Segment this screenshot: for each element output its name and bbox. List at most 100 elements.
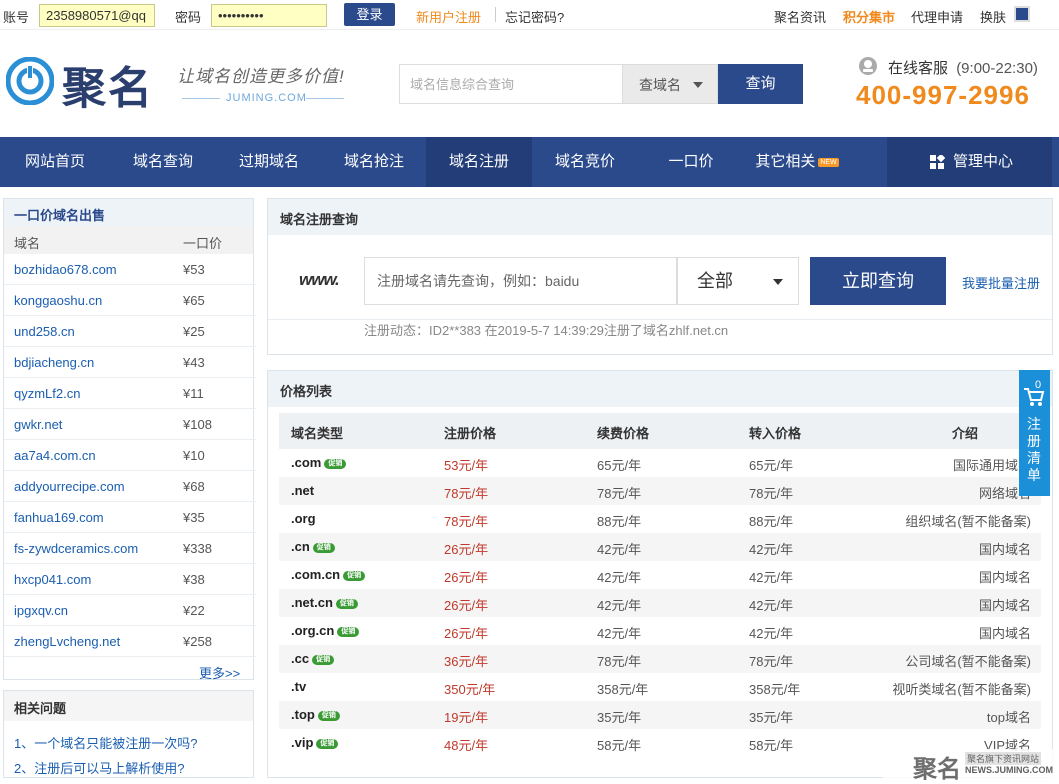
- account-input[interactable]: [39, 4, 155, 27]
- search-button[interactable]: 查询: [718, 64, 803, 104]
- skin-link[interactable]: 换肤: [980, 7, 1006, 26]
- table-row[interactable]: bdjiacheng.cn ¥43: [4, 347, 256, 378]
- login-button[interactable]: 登录: [344, 3, 395, 26]
- cart-label: 注册清单: [1027, 416, 1041, 483]
- promo-badge: 促销: [316, 738, 339, 749]
- suffix-description: 公司域名(暂不能备案): [905, 654, 1031, 669]
- nav-fixed-price[interactable]: 一口价: [638, 137, 744, 187]
- domain-link[interactable]: addyourrecipe.com: [14, 479, 125, 494]
- suffix-select-value: 全部: [697, 271, 733, 291]
- bulk-register-link[interactable]: 我要批量注册: [962, 273, 1040, 292]
- domain-link[interactable]: fanhua169.com: [14, 510, 104, 525]
- renew-price: 78元/年: [597, 654, 642, 669]
- price-row: .top 促销 19元/年 35元/年 35元/年 top域名: [279, 701, 1041, 729]
- domain-link[interactable]: fs-zywdceramics.com: [14, 541, 138, 556]
- domain-link[interactable]: zhengLvcheng.net: [14, 634, 120, 649]
- table-row[interactable]: fs-zywdceramics.com ¥338: [4, 533, 256, 564]
- reg-price: 78元/年: [444, 486, 489, 501]
- forgot-password-link[interactable]: 忘记密码?: [505, 7, 564, 26]
- top-bar: 账号 密码 登录 新用户注册 忘记密码? 聚名资讯 积分集市 代理申请 换肤: [0, 0, 1059, 30]
- domain-suffix: .tv: [291, 679, 306, 694]
- table-row[interactable]: qyzmLf2.cn ¥11: [4, 378, 256, 409]
- renew-price: 42元/年: [597, 542, 642, 557]
- domain-price: ¥65: [183, 293, 205, 308]
- table-row[interactable]: gwkr.net ¥108: [4, 409, 256, 440]
- domain-link[interactable]: gwkr.net: [14, 417, 62, 432]
- management-center-button[interactable]: 管理中心: [887, 137, 1052, 187]
- table-row[interactable]: ipgxqv.cn ¥22: [4, 595, 256, 626]
- nav-domain-query[interactable]: 域名查询: [110, 137, 216, 187]
- service-info[interactable]: 在线客服 (9:00-22:30): [888, 57, 1038, 78]
- logo-icon[interactable]: [6, 57, 54, 105]
- price-row: .org.cn 促销 26元/年 42元/年 42元/年 国内域名: [279, 617, 1041, 645]
- domain-suffix-label: .net.cn: [291, 595, 333, 610]
- suffix-select[interactable]: 全部: [677, 257, 799, 305]
- table-row[interactable]: addyourrecipe.com ¥68: [4, 471, 256, 502]
- renew-price: 42元/年: [597, 570, 642, 585]
- domain-link[interactable]: qyzmLf2.cn: [14, 386, 80, 401]
- nav-home[interactable]: 网站首页: [0, 137, 110, 187]
- site-search-input[interactable]: 域名信息综合查询: [399, 64, 622, 104]
- domain-link[interactable]: konggaoshu.cn: [14, 293, 102, 308]
- domain-suffix: .cc 促销: [291, 651, 335, 666]
- table-row[interactable]: hxcp041.com ¥38: [4, 564, 256, 595]
- divider: [495, 7, 496, 22]
- domain-suffix: .top 促销: [291, 707, 340, 722]
- fixed-price-panel: 一口价域名出售 域名 一口价 bozhidao678.com ¥53 konggao…: [3, 198, 256, 682]
- domain-link[interactable]: bozhidao678.com: [14, 262, 117, 277]
- table-row[interactable]: bozhidao678.com ¥53: [4, 254, 256, 285]
- domain-link[interactable]: und258.cn: [14, 324, 75, 339]
- domain-suffix-label: .org: [291, 511, 316, 526]
- logo-text[interactable]: 聚名: [62, 52, 154, 116]
- domain-link[interactable]: ipgxqv.cn: [14, 603, 68, 618]
- nav-expired-domains[interactable]: 过期域名: [216, 137, 322, 187]
- reg-price: 19元/年: [444, 710, 489, 725]
- more-link[interactable]: 更多>>: [199, 663, 240, 682]
- register-domain-input[interactable]: 注册域名请先查询，例如：baidu: [364, 257, 677, 305]
- domain-suffix: .com.cn 促销: [291, 567, 366, 582]
- query-now-button[interactable]: 立即查询: [810, 257, 946, 305]
- nav-domain-register[interactable]: 域名注册: [426, 137, 532, 187]
- search-type-select[interactable]: 查域名: [622, 64, 718, 104]
- nav-domain-snap[interactable]: 域名抢注: [322, 137, 426, 187]
- fixed-price-title: 一口价域名出售: [4, 199, 253, 226]
- domain-link[interactable]: aa7a4.com.cn: [14, 448, 96, 463]
- reg-price: 78元/年: [444, 514, 489, 529]
- faq-item[interactable]: 1、一个域名只能被注册一次吗?: [14, 733, 197, 752]
- renew-price: 42元/年: [597, 598, 642, 613]
- price-row: .com.cn 促销 26元/年 42元/年 42元/年 国内域名: [279, 561, 1041, 589]
- table-row[interactable]: fanhua169.com ¥35: [4, 502, 256, 533]
- skin-swatch-icon[interactable]: [1014, 6, 1030, 22]
- faq-item[interactable]: 2、注册后可以马上解析使用?: [14, 758, 184, 777]
- domain-suffix-label: .top: [291, 707, 315, 722]
- domain-link[interactable]: hxcp041.com: [14, 572, 91, 587]
- points-market-link[interactable]: 积分集市: [843, 7, 895, 26]
- faq-title: 相关问题: [4, 691, 253, 721]
- password-label: 密码: [175, 10, 202, 25]
- watermark-logo: 聚名: [913, 754, 961, 783]
- header-renew-price: 续费价格: [597, 426, 650, 441]
- news-link[interactable]: 聚名资讯: [774, 7, 826, 26]
- search-type-label: 查域名: [639, 77, 681, 93]
- domain-price: ¥338: [183, 541, 212, 556]
- table-row[interactable]: und258.cn ¥25: [4, 316, 256, 347]
- table-row[interactable]: aa7a4.com.cn ¥10: [4, 440, 256, 471]
- nav-others[interactable]: 其它相关 NEW: [744, 137, 850, 187]
- domain-link[interactable]: bdjiacheng.cn: [14, 355, 94, 370]
- register-cart[interactable]: 0 注册清单: [1019, 370, 1050, 496]
- header-description: 介绍: [952, 426, 979, 441]
- new-badge: NEW: [818, 157, 839, 167]
- register-link[interactable]: 新用户注册: [416, 7, 481, 26]
- nav-domain-auction[interactable]: 域名竞价: [532, 137, 638, 187]
- table-row[interactable]: konggaoshu.cn ¥65: [4, 285, 256, 316]
- table-row[interactable]: zhengLvcheng.net ¥258: [4, 626, 256, 657]
- domain-price: ¥38: [183, 572, 205, 587]
- domain-suffix-label: .org.cn: [291, 623, 335, 638]
- renew-price: 358元/年: [597, 682, 649, 697]
- watermark-line1: 聚名旗下资讯网站: [965, 752, 1042, 765]
- domain-price: ¥11: [183, 386, 204, 401]
- password-input[interactable]: [211, 4, 327, 27]
- renew-price: 65元/年: [597, 458, 642, 473]
- agent-apply-link[interactable]: 代理申请: [911, 7, 963, 26]
- domain-price: ¥25: [183, 324, 205, 339]
